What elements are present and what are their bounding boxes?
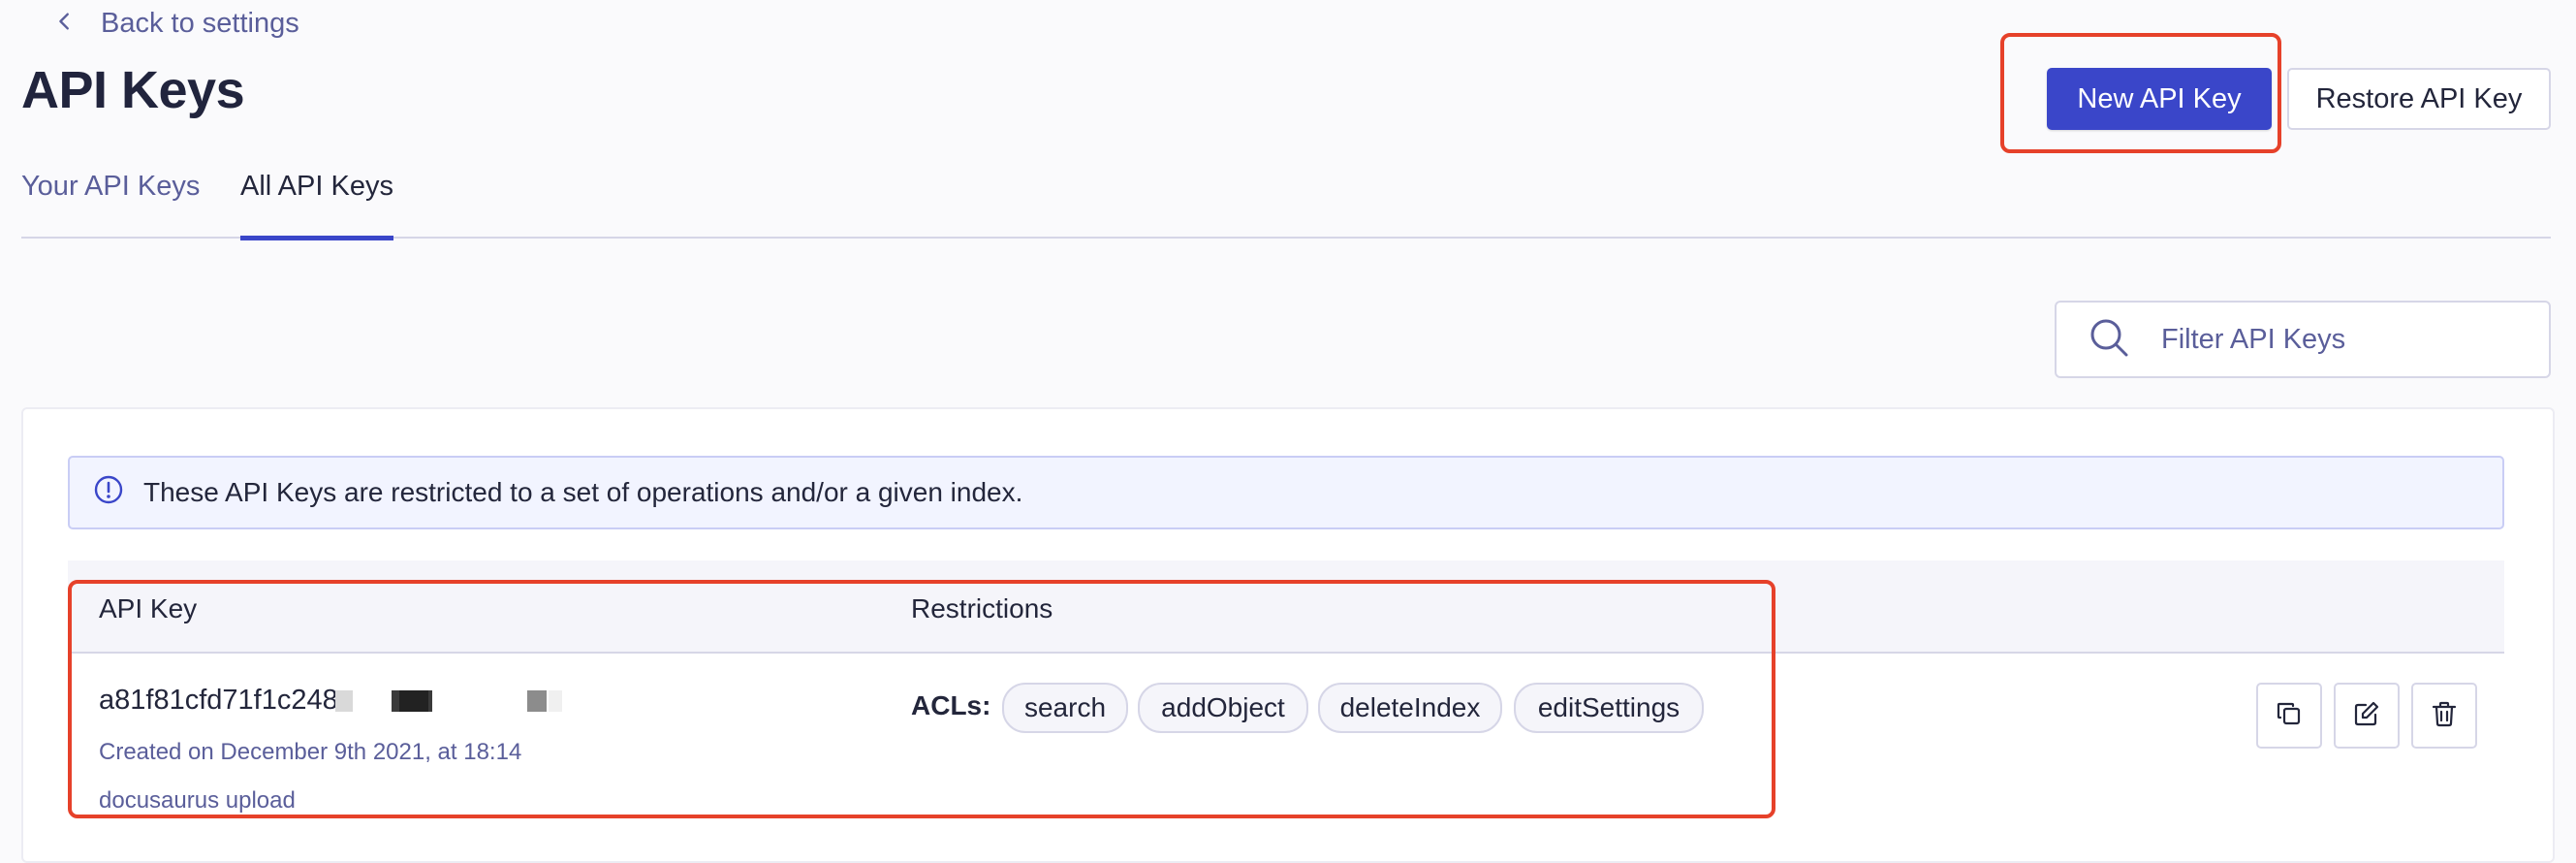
chevron-left-icon <box>54 8 76 40</box>
tab-your-api-keys[interactable]: Your API Keys <box>21 171 200 239</box>
info-banner: These API Keys are restricted to a set o… <box>68 456 2504 529</box>
highlight-box-key-row <box>68 580 1775 818</box>
delete-key-button[interactable] <box>2411 683 2477 749</box>
filter-api-keys-field[interactable] <box>2055 301 2551 378</box>
edit-key-button[interactable] <box>2334 683 2400 749</box>
highlight-box-new-key <box>2000 33 2281 153</box>
copy-key-button[interactable] <box>2256 683 2322 749</box>
filter-api-keys-input[interactable] <box>2159 322 2531 357</box>
edit-icon <box>2352 699 2381 733</box>
restore-api-key-button[interactable]: Restore API Key <box>2287 68 2551 130</box>
back-to-settings-link[interactable]: Back to settings <box>54 2 299 45</box>
search-icon <box>2057 316 2130 364</box>
back-link-label: Back to settings <box>101 7 299 39</box>
info-banner-text: These API Keys are restricted to a set o… <box>143 477 1023 507</box>
tab-bar: Your API Keys All API Keys <box>21 171 2551 240</box>
trash-icon <box>2430 699 2459 733</box>
tab-all-api-keys[interactable]: All API Keys <box>240 171 393 240</box>
info-icon <box>70 474 143 512</box>
copy-icon <box>2275 699 2304 733</box>
page-title: API Keys <box>21 61 245 119</box>
